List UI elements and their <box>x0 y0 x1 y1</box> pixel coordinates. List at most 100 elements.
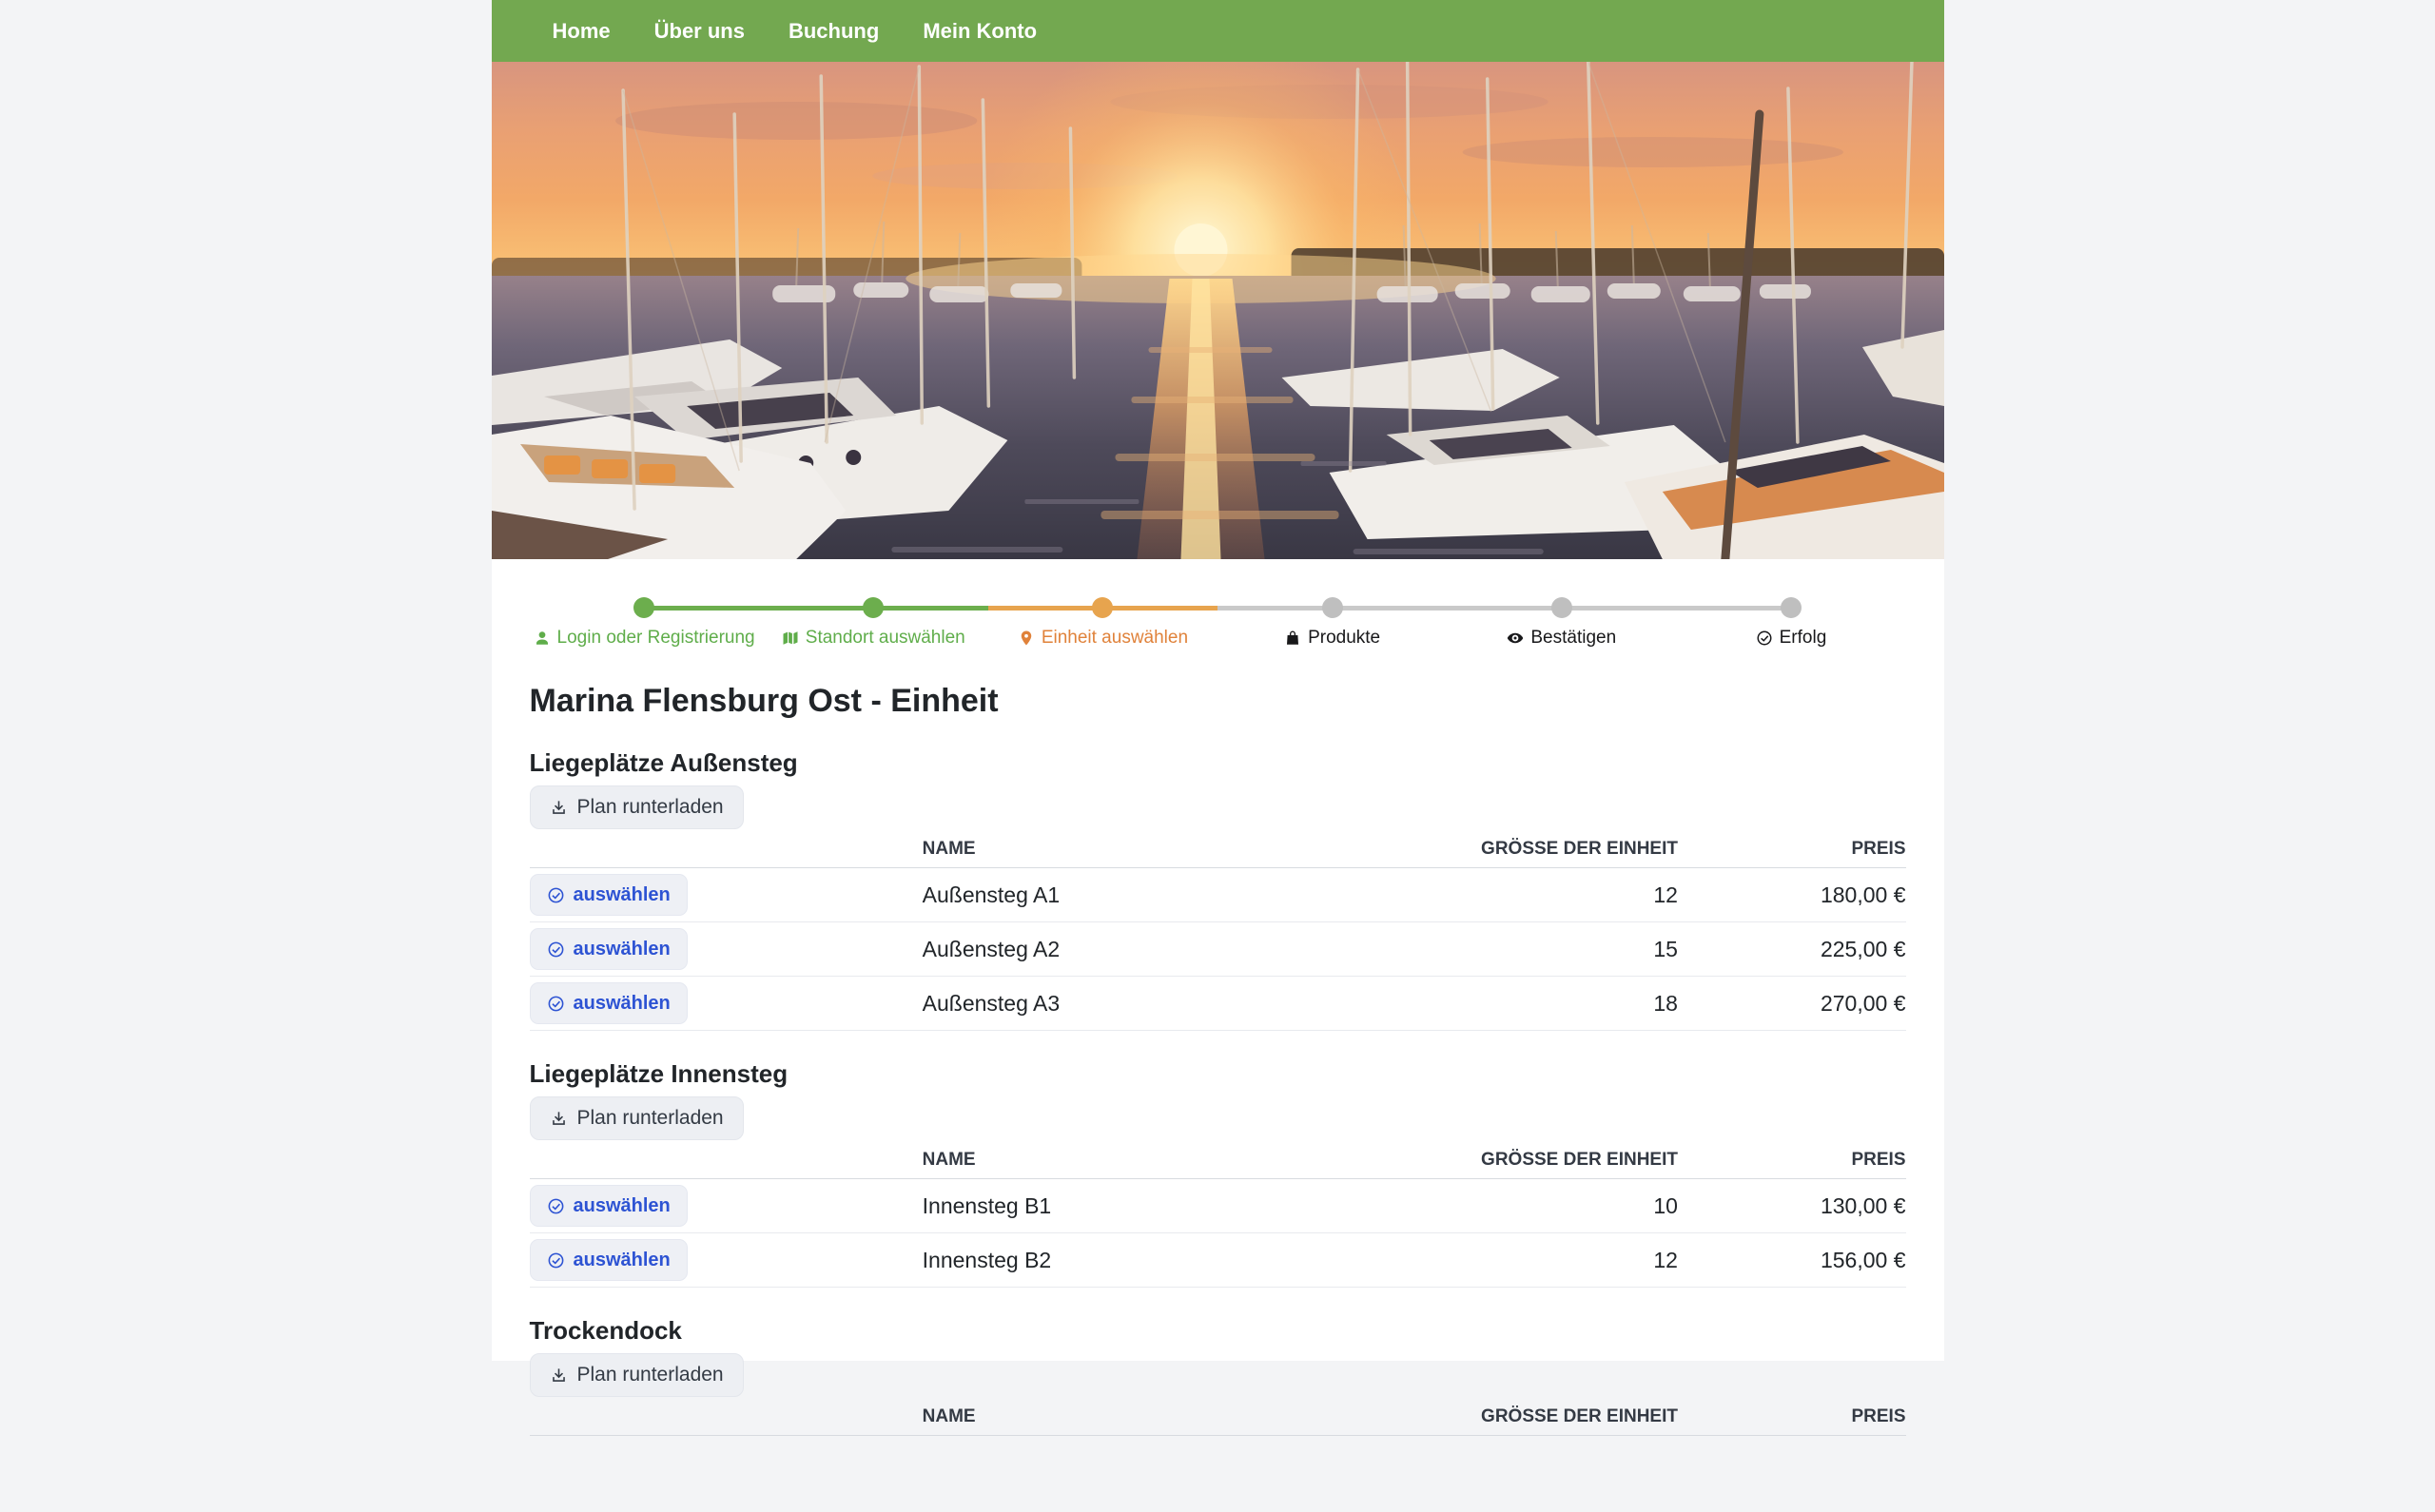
download-plan-button[interactable]: Plan runterladen <box>530 785 744 829</box>
check-circle-icon <box>547 1197 565 1215</box>
table-header-row: NAMEGRÖSSE DER EINHEITPREIS <box>530 831 1906 868</box>
navbar-menu: Home Über uns Buchung Mein Konto <box>553 19 1038 44</box>
download-icon <box>550 1110 568 1128</box>
step-label: Standort auswählen <box>782 628 965 649</box>
step-dot <box>1551 597 1572 618</box>
table-row: auswählen Außensteg A112180,00 € <box>530 868 1906 922</box>
column-header-name: NAME <box>915 831 1342 868</box>
unit-price: 180,00 € <box>1685 868 1906 922</box>
nav-item-buchung[interactable]: Buchung <box>789 19 879 44</box>
map-icon <box>782 630 799 647</box>
unit-size: 12 <box>1341 1233 1685 1288</box>
step-dot <box>633 597 654 618</box>
table-row: auswählenAußensteg A215225,00 € <box>530 922 1906 977</box>
step-einheit-ausw-hlen: Einheit auswählen <box>988 597 1218 649</box>
table-header-row: NAMEGRÖSSE DER EINHEITPREIS <box>530 1399 1906 1436</box>
section-trockendock: Trockendock Plan runterladen NAMEGRÖSSE DE… <box>530 1316 1906 1436</box>
units-table: NAMEGRÖSSE DER EINHEITPREIS <box>530 1399 1906 1436</box>
column-header-name: NAME <box>915 1142 1342 1179</box>
unit-price: 156,00 € <box>1685 1233 1906 1288</box>
section-title: Trockendock <box>530 1316 1906 1346</box>
navbar: Home Über uns Buchung Mein Konto <box>492 0 1944 62</box>
select-button[interactable]: auswählen <box>530 1185 688 1227</box>
download-icon <box>550 799 568 817</box>
column-header-price: PREIS <box>1685 1399 1906 1436</box>
section-liegepl-tze-innensteg: Liegeplätze Innensteg Plan runterladen NAM… <box>530 1059 1906 1288</box>
unit-name: Innensteg B2 <box>915 1233 1342 1288</box>
download-icon <box>550 1367 568 1385</box>
nav-item-ber-uns[interactable]: Über uns <box>654 19 745 44</box>
check-circle-icon <box>547 995 565 1013</box>
page-column: Home Über uns Buchung Mein Konto <box>492 0 1944 1361</box>
column-header-price: PREIS <box>1685 1142 1906 1179</box>
download-plan-label: Plan runterladen <box>577 1107 724 1130</box>
main-content: Marina Flensburg Ost - Einheit Liegeplät… <box>492 683 1944 1512</box>
units-table: NAMEGRÖSSE DER EINHEITPREIS auswählen Auße… <box>530 831 1906 1031</box>
column-header-actions <box>530 1142 915 1179</box>
step-label-text: Erfolg <box>1780 628 1827 649</box>
download-plan-label: Plan runterladen <box>577 1364 724 1386</box>
nav-item-mein-konto[interactable]: Mein Konto <box>923 19 1037 44</box>
step-label-text: Bestätigen <box>1530 628 1616 649</box>
nav-item-home[interactable]: Home <box>553 19 611 44</box>
unit-size: 15 <box>1341 922 1685 977</box>
section-title: Liegeplätze Außensteg <box>530 748 1906 778</box>
download-plan-button[interactable]: Plan runterladen <box>530 1096 744 1140</box>
step-label-text: Produkte <box>1308 628 1380 649</box>
step-label-text: Login oder Registrierung <box>557 628 755 649</box>
eye-icon <box>1507 630 1524 647</box>
select-button-label: auswählen <box>574 884 671 906</box>
table-row: auswählen Innensteg B212156,00 € <box>530 1233 1906 1288</box>
unit-price: 130,00 € <box>1685 1179 1906 1233</box>
hero-image <box>492 62 1944 559</box>
step-label: Einheit auswählen <box>1018 628 1188 649</box>
step-label: Erfolg <box>1756 628 1827 649</box>
check-circle-icon <box>547 886 565 904</box>
select-button[interactable]: auswählen <box>530 874 688 916</box>
user-icon <box>534 630 551 647</box>
step-login-oder-registrierung: Login oder Registrierung <box>530 597 759 649</box>
select-button[interactable]: auswählen <box>530 1239 688 1281</box>
check-circle-icon <box>547 940 565 959</box>
select-button-label: auswählen <box>574 1250 671 1271</box>
select-button-label: auswählen <box>574 993 671 1015</box>
download-plan-button[interactable]: Plan runterladen <box>530 1353 744 1397</box>
unit-name: Außensteg A3 <box>915 977 1342 1031</box>
page-title: Marina Flensburg Ost - Einheit <box>530 683 1906 720</box>
unit-name: Innensteg B1 <box>915 1179 1342 1233</box>
step-label: Produkte <box>1284 628 1380 649</box>
table-row: auswählen Innensteg B110130,00 € <box>530 1179 1906 1233</box>
select-button[interactable]: auswählen <box>530 982 688 1024</box>
column-header-price: PREIS <box>1685 831 1906 868</box>
sections-container: Liegeplätze AußenstegPlan runterladenNAM… <box>530 748 1906 1436</box>
unit-size: 12 <box>1341 868 1685 922</box>
check-circle-icon <box>1756 630 1773 647</box>
stepper: Login oder Registrierung Standort auswähl… <box>492 559 1944 649</box>
step-erfolg: Erfolg <box>1676 597 1905 649</box>
step-dot <box>1322 597 1343 618</box>
unit-price: 270,00 € <box>1685 977 1906 1031</box>
step-label: Bestätigen <box>1507 628 1616 649</box>
column-header-actions <box>530 1399 915 1436</box>
step-label-text: Standort auswählen <box>806 628 965 649</box>
step-best-tigen: Bestätigen <box>1447 597 1676 649</box>
section-liegepl-tze-au-ensteg: Liegeplätze AußenstegPlan runterladenNAM… <box>530 748 1906 1031</box>
column-header-size: GRÖSSE DER EINHEIT <box>1341 831 1685 868</box>
section-title: Liegeplätze Innensteg <box>530 1059 1906 1089</box>
unit-size: 18 <box>1341 977 1685 1031</box>
unit-name: Außensteg A1 <box>915 868 1342 922</box>
marina-sunset-illustration <box>492 62 1944 559</box>
column-header-size: GRÖSSE DER EINHEIT <box>1341 1142 1685 1179</box>
select-button[interactable]: auswählen <box>530 928 688 970</box>
table-row: auswählen Außensteg A318270,00 € <box>530 977 1906 1031</box>
column-header-name: NAME <box>915 1399 1342 1436</box>
units-table: NAMEGRÖSSE DER EINHEITPREIS auswählen Inne… <box>530 1142 1906 1288</box>
step-label-text: Einheit auswählen <box>1042 628 1188 649</box>
unit-size: 10 <box>1341 1179 1685 1233</box>
step-dot <box>863 597 884 618</box>
unit-name: Außensteg A2 <box>915 922 1342 977</box>
table-header-row: NAMEGRÖSSE DER EINHEITPREIS <box>530 1142 1906 1179</box>
select-button-label: auswählen <box>574 1195 671 1217</box>
step-standort-ausw-hlen: Standort auswählen <box>759 597 988 649</box>
step-produkte: Produkte <box>1218 597 1447 649</box>
